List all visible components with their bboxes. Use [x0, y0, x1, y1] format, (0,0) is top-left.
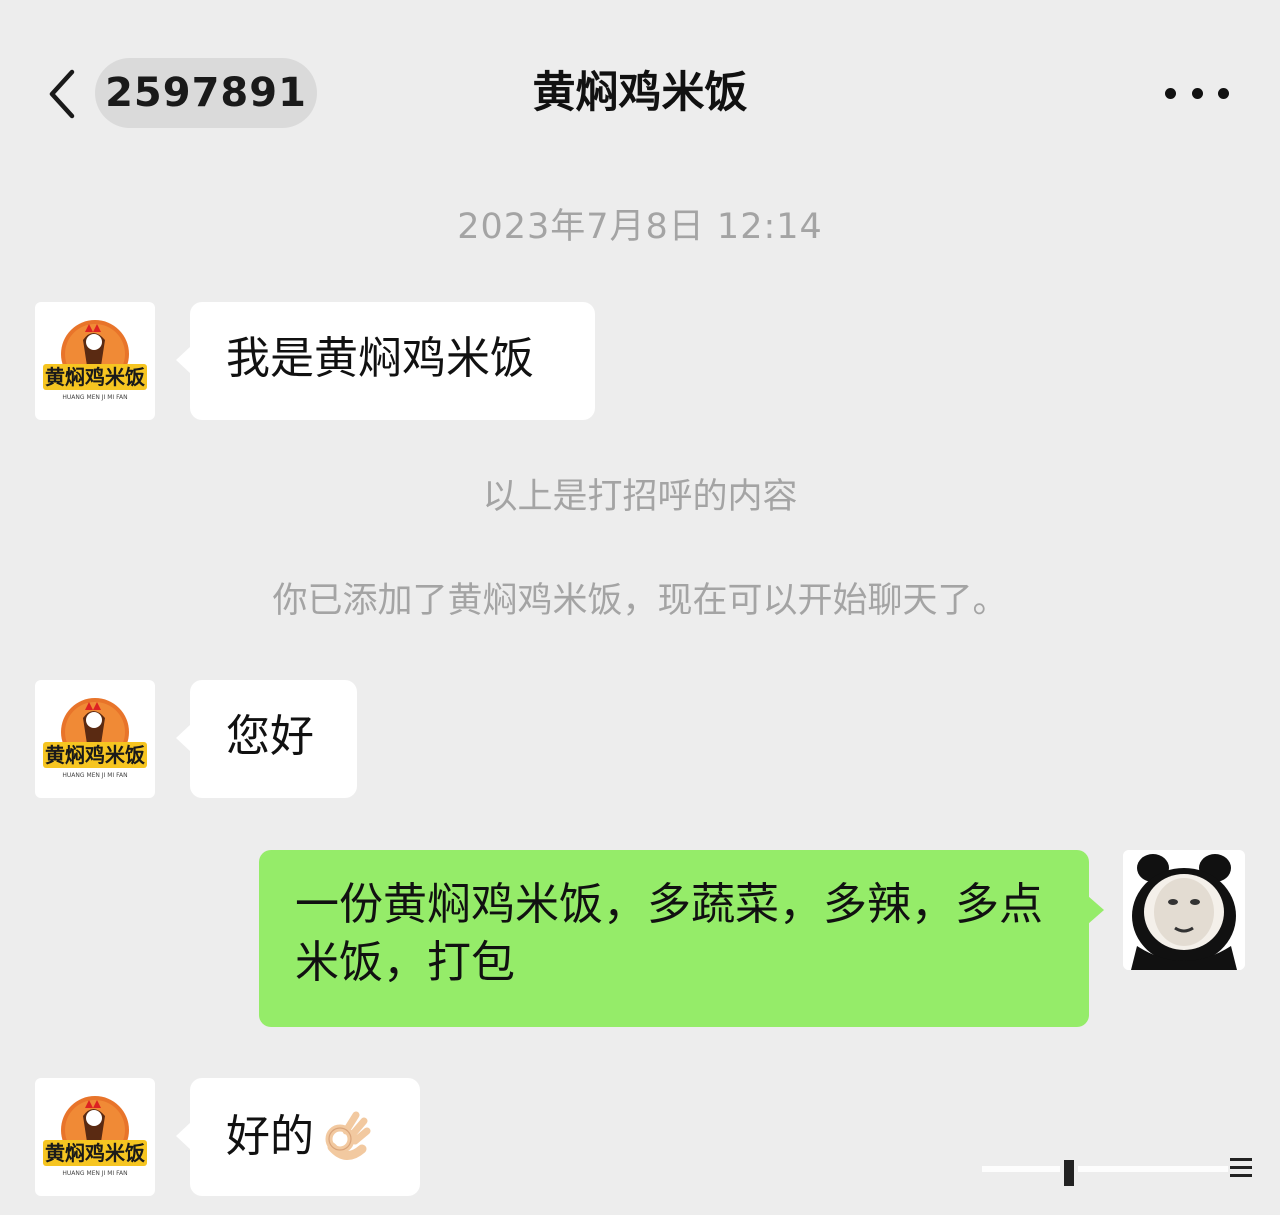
merchant-logo-icon: 黄焖鸡米饭 HUANG MEN JI MI FAN: [43, 1096, 147, 1177]
merchant-logo-icon: 黄焖鸡米饭 HUANG MEN JI MI FAN: [43, 320, 147, 401]
unread-count-badge[interactable]: 2597891: [95, 58, 317, 128]
merchant-logo-text: 黄焖鸡米饭: [45, 743, 145, 767]
merchant-logo-icon: 黄焖鸡米饭 HUANG MEN JI MI FAN: [43, 698, 147, 779]
merchant-logo-subtext: HUANG MEN JI MI FAN: [62, 772, 127, 779]
message-text: 我是黄焖鸡米饭: [226, 333, 534, 384]
message-bubble-received[interactable]: 您好: [176, 680, 357, 798]
system-note-greeting: 以上是打招呼的内容: [482, 477, 798, 517]
message-bubble-received[interactable]: 好的: [176, 1078, 420, 1196]
message-timestamp: 2023年7月8日 12:14: [457, 207, 823, 247]
watermark-logo: [982, 1158, 1252, 1186]
ok-hand-emoji: [325, 1111, 371, 1160]
chevron-left-icon: [49, 69, 75, 119]
more-dots-icon: [1165, 87, 1176, 99]
merchant-logo-subtext: HUANG MEN JI MI FAN: [62, 394, 127, 401]
chat-header: 2597891 黄焖鸡米饭: [0, 0, 1280, 185]
more-options-button[interactable]: [1165, 80, 1229, 106]
chat-title: 黄焖鸡米饭: [532, 68, 748, 118]
system-note-added-contact: 你已添加了黄焖鸡米饭，现在可以开始聊天了。: [272, 581, 1008, 621]
more-dots-icon: [1218, 87, 1229, 99]
merchant-avatar[interactable]: 黄焖鸡米饭 HUANG MEN JI MI FAN: [35, 1078, 155, 1196]
merchant-avatar[interactable]: 黄焖鸡米饭 HUANG MEN JI MI FAN: [35, 302, 155, 420]
message-text: 您好: [226, 711, 314, 762]
merchant-logo-text: 黄焖鸡米饭: [45, 1141, 145, 1165]
message-bubble-sent[interactable]: 一份黄焖鸡米饭，多蔬菜，多辣，多点米饭，打包: [259, 850, 1104, 1027]
chat-screen: 2597891 黄焖鸡米饭 2023年7月8日 12:14 黄焖鸡米饭 HUAN…: [0, 0, 1280, 1215]
merchant-logo-text: 黄焖鸡米饭: [45, 365, 145, 389]
user-avatar[interactable]: [1123, 850, 1245, 970]
back-button[interactable]: [42, 68, 86, 120]
merchant-logo-subtext: HUANG MEN JI MI FAN: [62, 1170, 127, 1177]
panda-meme-avatar-icon: [1123, 850, 1245, 970]
message-text: 好的: [226, 1111, 314, 1162]
message-text: 一份黄焖鸡米饭，多蔬菜，多辣，多点米饭，打包: [295, 879, 1043, 988]
merchant-avatar[interactable]: 黄焖鸡米饭 HUANG MEN JI MI FAN: [35, 680, 155, 798]
more-dots-icon: [1191, 87, 1203, 99]
message-bubble-received[interactable]: 我是黄焖鸡米饭: [176, 302, 595, 420]
